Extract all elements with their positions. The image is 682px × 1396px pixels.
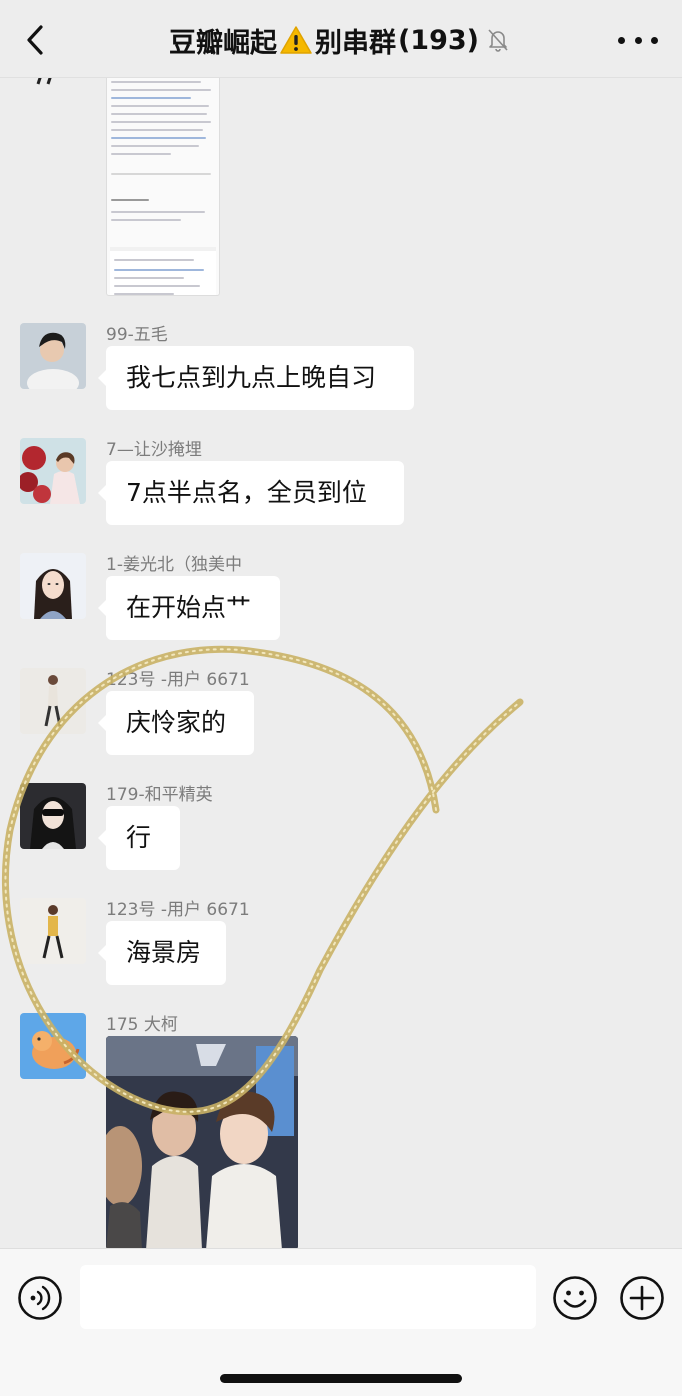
message-bubble[interactable]: 在开始点艹 [98, 576, 280, 640]
chat-title-prefix: 豆瓣崛起 [168, 27, 277, 59]
sender-name: 123号 -用户 6671 [106, 670, 250, 690]
muted-bell-icon [488, 29, 508, 52]
plus-icon[interactable] [619, 1275, 665, 1321]
sender-name: 99-五毛 [106, 325, 168, 345]
message-bubble[interactable]: 我七点到九点上晚自习 [98, 346, 414, 410]
sender-name: 123号 -用户 6671 [106, 900, 250, 920]
warning-icon [280, 26, 312, 54]
message-bubble[interactable]: 行 [98, 806, 180, 870]
chat-header: 豆瓣崛起 别串群 (193) [0, 0, 682, 78]
sender-name: 179-和平精英 [106, 785, 213, 805]
avatar[interactable] [20, 323, 86, 389]
input-bar [0, 1248, 682, 1396]
chat-title-suffix: 别串群 [314, 27, 396, 59]
avatar[interactable] [20, 783, 86, 849]
sender-name: 175 大柯 [106, 1015, 178, 1035]
chat-title: 豆瓣崛起 别串群 (193) [120, 20, 560, 60]
home-indicator [220, 1374, 462, 1383]
avatar[interactable] [20, 898, 86, 964]
more-dots-icon[interactable] [618, 28, 658, 52]
avatar[interactable] [20, 1013, 86, 1079]
message-bubble[interactable]: 庆怜家的 [98, 691, 254, 755]
message-bubble[interactable]: 7点半点名，全员到位 [98, 461, 404, 525]
message-input[interactable] [80, 1265, 536, 1329]
photo-message[interactable] [106, 1036, 298, 1250]
sender-name: 1-姜光北（独美中 [106, 555, 242, 575]
avatar[interactable] [20, 438, 86, 504]
message-bubble[interactable]: 海景房 [98, 921, 226, 985]
shared-screenshot-image[interactable] [106, 60, 220, 296]
voice-icon[interactable] [17, 1275, 63, 1321]
avatar[interactable] [20, 553, 86, 619]
sender-name: 7—让沙掩埋 [106, 440, 202, 460]
avatar[interactable] [20, 668, 86, 734]
emoji-icon[interactable] [552, 1275, 598, 1321]
member-count: (193) [397, 24, 480, 56]
back-arrow-icon[interactable] [14, 18, 58, 62]
